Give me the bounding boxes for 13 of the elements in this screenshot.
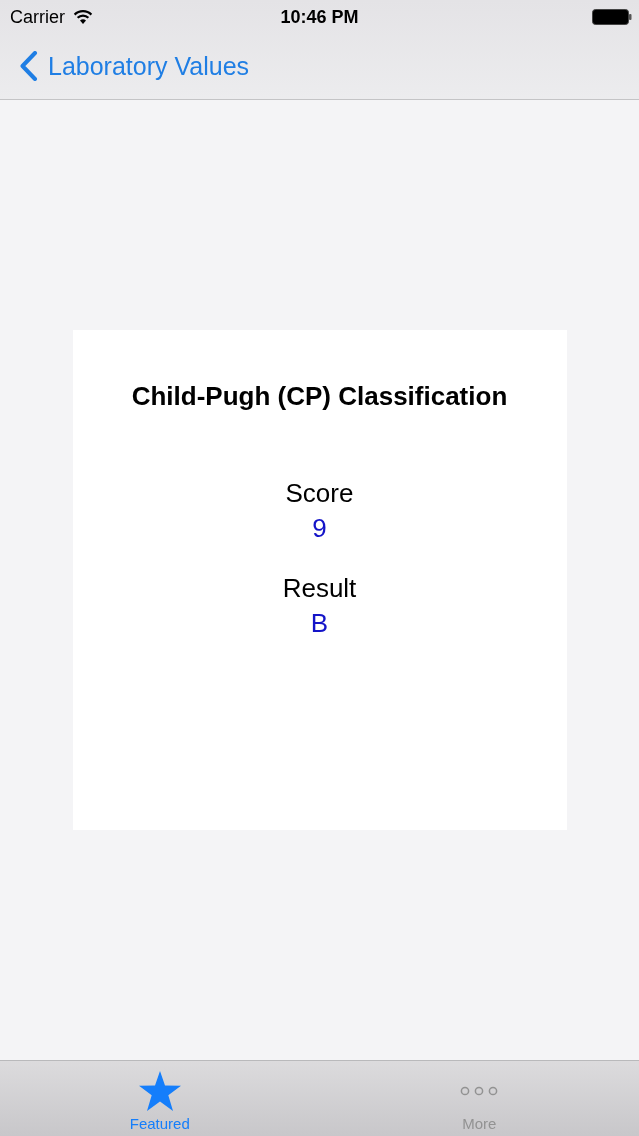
back-button[interactable]: Laboratory Values	[19, 51, 250, 81]
field-label: Result	[282, 572, 357, 604]
carrier-label: Carrier	[10, 7, 65, 26]
status-time: 10:46 PM	[280, 7, 359, 26]
field-value: B	[310, 607, 329, 639]
wifi-icon	[73, 9, 93, 24]
card-title: Child-Pugh (CP) Classification	[131, 380, 508, 413]
tab-item[interactable]: More	[319, 1061, 639, 1136]
field-value: 9	[312, 512, 327, 544]
chevron-left-icon	[19, 51, 38, 81]
field-label: Score	[285, 477, 354, 509]
battery-icon	[592, 8, 632, 25]
tab-item[interactable]: Featured	[0, 1061, 320, 1136]
